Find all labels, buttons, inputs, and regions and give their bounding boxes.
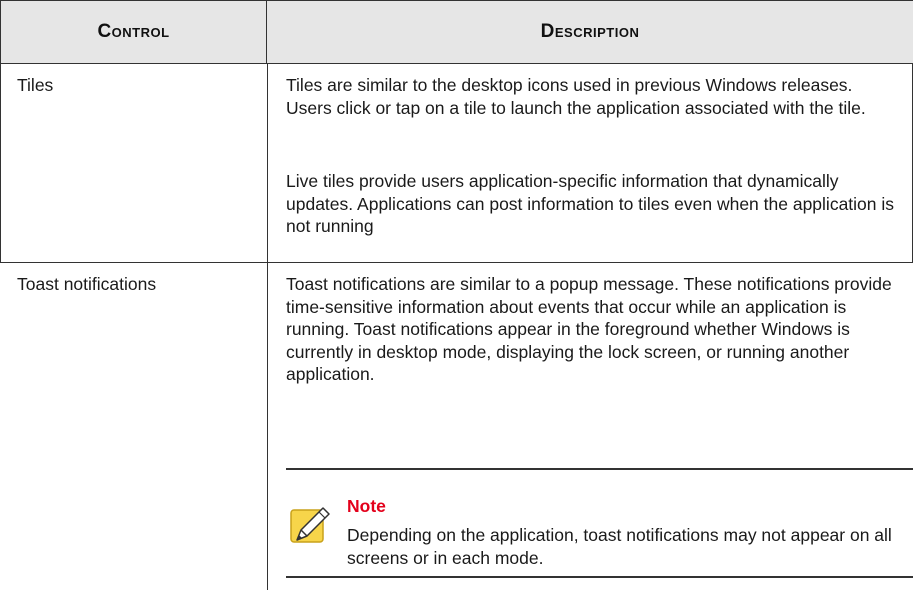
column-divider: [267, 64, 268, 590]
header-control: Control: [0, 0, 267, 64]
note-pencil-icon: [289, 500, 335, 546]
row-separator: [0, 262, 913, 263]
note-bottom-rule: [286, 576, 913, 578]
row-control-label: Toast notifications: [17, 274, 157, 294]
note-top-rule: [286, 468, 913, 470]
row-description-paragraph: Toast notifications are similar to a pop…: [286, 274, 892, 384]
controls-table: Control Description Tiles Tiles are simi…: [0, 0, 913, 590]
row-description-paragraph: Tiles are similar to the desktop icons u…: [286, 75, 866, 118]
table-left-border: [0, 64, 1, 262]
row-description-paragraph: Live tiles provide users application-spe…: [286, 171, 895, 236]
note-text: Depending on the application, toast noti…: [347, 525, 892, 568]
header-description: Description: [267, 0, 913, 64]
row-control-label: Tiles: [17, 75, 54, 95]
note-title: Note: [347, 496, 386, 516]
